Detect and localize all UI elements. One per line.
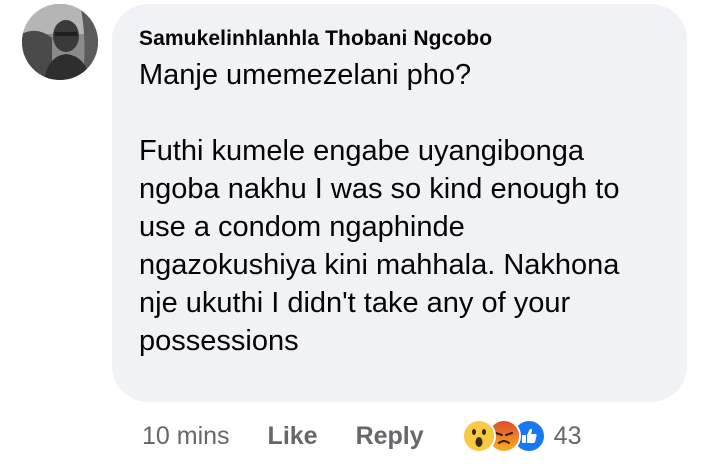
comment-line: Futhi kumele engabe uyangibonga xyxy=(139,135,584,167)
reactions-summary[interactable]: 43 xyxy=(461,419,582,453)
comment-line: nje ukuthi I didn't take any of your xyxy=(139,287,571,319)
avatar[interactable] xyxy=(22,4,98,80)
reaction-count: 43 xyxy=(553,421,582,450)
avatar-photo xyxy=(22,4,98,80)
comment-author[interactable]: Samukelinhlanhla Thobani Ngcobo xyxy=(139,26,663,52)
reply-button[interactable]: Reply xyxy=(356,422,424,451)
comment-timestamp[interactable]: 10 mins xyxy=(142,422,230,451)
comment-line: use a condom ngaphinde xyxy=(139,211,465,243)
comment-bubble: Samukelinhlanhla Thobani Ngcobo Manje um… xyxy=(112,4,687,402)
wow-icon xyxy=(461,419,496,453)
comment-line: ngazokushiya kini mahhala. Nakhona xyxy=(139,249,620,281)
comment-line: possessions xyxy=(139,325,299,357)
comment-line: Manje umemezelani pho? xyxy=(139,59,472,91)
comment: Samukelinhlanhla Thobani Ngcobo Manje um… xyxy=(0,0,720,468)
comment-line: ngoba nakhu I was so kind enough to xyxy=(139,173,620,205)
comment-text: Manje umemezelani pho? Futhi kumele enga… xyxy=(139,56,663,360)
comment-actions: 10 mins Like Reply 43 xyxy=(142,416,581,456)
like-button[interactable]: Like xyxy=(268,422,318,451)
